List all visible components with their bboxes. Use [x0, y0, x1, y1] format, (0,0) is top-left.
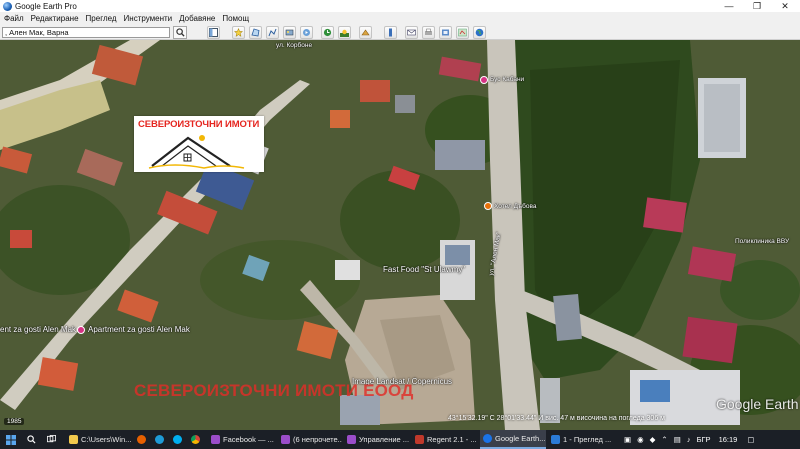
print-icon[interactable] [422, 26, 435, 39]
photo-viewer-icon [551, 435, 560, 444]
google-earth-icon [483, 434, 492, 443]
taskbar-item-mail[interactable]: (6 непрочете... [278, 430, 342, 449]
search-icon [26, 435, 36, 444]
taskbar-item-facebook[interactable]: Facebook — ... [208, 430, 276, 449]
sidebar-toggle-icon[interactable] [207, 26, 220, 39]
status-bar: 43°15'32.19" С 28°01'33.44" И вис. 47 м … [448, 415, 665, 422]
folder-icon [69, 435, 78, 444]
aerial-imagery [0, 40, 800, 430]
google-earth-icon [3, 1, 12, 11]
save-image-icon[interactable] [439, 26, 452, 39]
tour-icon[interactable] [300, 26, 313, 39]
menu-bar: Файл Редактиране Преглед Инструменти Доб… [0, 12, 800, 25]
tray-app-icon[interactable]: ◉ [637, 435, 644, 444]
taskbar-edge[interactable] [152, 430, 168, 449]
volume-icon[interactable]: ♪ [687, 435, 691, 444]
taskbar-item-label: Google Earth... [495, 434, 546, 443]
apartment-label-left: ent za gosti Alen Mak [0, 325, 77, 334]
search-taskbar-button[interactable] [22, 430, 40, 449]
taskbar: C:\Users\Win... Facebook — ... (6 непроч… [0, 430, 800, 449]
maps-icon[interactable] [456, 26, 469, 39]
hotel-label: Хотел Дъбова [494, 203, 537, 210]
title-bar: Google Earth Pro — ❐ ✕ [0, 0, 800, 12]
email-icon[interactable] [405, 26, 418, 39]
minimize-button[interactable]: — [718, 0, 740, 12]
taskbar-skype[interactable] [170, 430, 186, 449]
polyclinic-label: Поликлиника ВВУ [735, 238, 790, 245]
taskbar-item-explorer[interactable]: C:\Users\Win... [66, 430, 132, 449]
notifications-icon[interactable]: ▢ [747, 435, 754, 444]
system-tray: ▣ ◉ ◆ ⌃ ▤ ♪ БГР 16:19 ▢ [624, 430, 754, 449]
taskbar-item-label: 1 - Преглед ... [563, 435, 612, 444]
menu-help[interactable]: Помощ [222, 14, 249, 23]
browser-icon [281, 435, 290, 444]
globe-icon[interactable] [473, 26, 486, 39]
windows-icon [6, 434, 16, 445]
taskbar-firefox[interactable] [134, 430, 150, 449]
tray-app-icon[interactable]: ◆ [650, 435, 656, 444]
taskbar-item-label: Regent 2.1 - ... [427, 435, 477, 444]
maximize-button[interactable]: ❐ [746, 0, 768, 12]
search-input[interactable]: , Ален Мак, Варна [2, 27, 170, 38]
imagery-date-badge: 1985 [4, 418, 25, 425]
menu-edit[interactable]: Редактиране [31, 14, 79, 23]
taskbar-chrome[interactable] [188, 430, 204, 449]
search-icon [175, 28, 185, 37]
task-view-icon [46, 435, 56, 443]
clock[interactable]: 16:19 [719, 435, 738, 444]
firefox-icon [137, 435, 146, 444]
browser-icon [211, 435, 220, 444]
taskbar-item-label: (6 непрочете... [293, 435, 342, 444]
agency-logo-text: СЕВЕРОИЗТОЧНИ ИМОТИ [138, 119, 260, 130]
browser-icon [347, 435, 356, 444]
path-icon[interactable] [266, 26, 279, 39]
agency-logo: СЕВЕРОИЗТОЧНИ ИМОТИ [134, 116, 264, 172]
menu-tools[interactable]: Инструменти [124, 14, 173, 23]
street-label: ул. Корбоне [276, 42, 313, 49]
taskbar-item-google-earth[interactable]: Google Earth... [480, 430, 546, 449]
chevron-up-icon[interactable]: ⌃ [661, 435, 667, 444]
planets-icon[interactable] [359, 26, 372, 39]
menu-view[interactable]: Преглед [86, 14, 117, 23]
start-button[interactable] [2, 430, 20, 449]
network-icon[interactable]: ▤ [674, 435, 681, 444]
placemark-icon[interactable] [232, 26, 245, 39]
apartment-pin-icon[interactable] [77, 326, 85, 334]
close-button[interactable]: ✕ [774, 0, 796, 12]
taskbar-item-label: Управление ... [359, 435, 410, 444]
sunlight-icon[interactable] [338, 26, 351, 39]
fast-food-label: Fast Food "St Ulawmy" [383, 265, 466, 274]
chrome-icon [191, 435, 200, 444]
taskbar-item-viewer[interactable]: 1 - Преглед ... [548, 430, 614, 449]
window-title: Google Earth Pro [15, 1, 77, 11]
taskbar-item-management[interactable]: Управление ... [344, 430, 410, 449]
map-view[interactable]: СЕВЕРОИЗТОЧНИ ИМОТИ ул. Корбоне Бус Каба… [0, 40, 800, 430]
overlay-icon[interactable] [283, 26, 296, 39]
taskbar-item-label: Facebook — ... [223, 435, 274, 444]
task-view-button[interactable] [42, 430, 60, 449]
place-pin-icon[interactable] [480, 76, 488, 84]
search-button[interactable] [173, 26, 187, 39]
skype-icon [173, 435, 182, 444]
toolbar: , Ален Мак, Варна [0, 25, 800, 40]
menu-add[interactable]: Добавяне [179, 14, 215, 23]
agency-watermark: СЕВЕРОИЗТОЧНИ ИМОТИ ЕООД [134, 381, 414, 400]
taskbar-item-regent[interactable]: Regent 2.1 - ... [412, 430, 478, 449]
edge-icon [155, 435, 164, 444]
bus-stop-label: Бус Кабани [490, 76, 525, 83]
regent-icon [415, 435, 424, 444]
ruler-icon[interactable] [384, 26, 397, 39]
tray-app-icon[interactable]: ▣ [624, 435, 631, 444]
history-icon[interactable] [321, 26, 334, 39]
menu-file[interactable]: Файл [4, 14, 24, 23]
taskbar-item-label: C:\Users\Win... [81, 435, 132, 444]
language-indicator[interactable]: БГР [697, 435, 711, 444]
google-earth-watermark: Google Earth [716, 396, 799, 412]
hotel-pin-icon[interactable] [484, 202, 492, 210]
polygon-icon[interactable] [249, 26, 262, 39]
house-logo-icon [148, 135, 245, 169]
apartment-label: Apartment za gosti Alen Mak [88, 325, 190, 334]
